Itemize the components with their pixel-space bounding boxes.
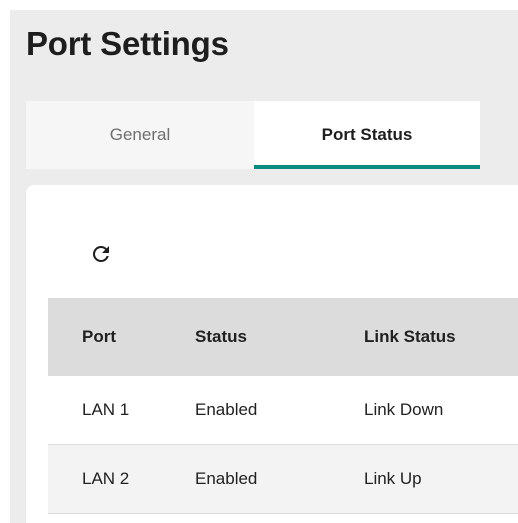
table-row[interactable]: LAN 1 Enabled Link Down [48, 376, 518, 445]
tab-general[interactable]: General [26, 101, 254, 169]
column-header-port[interactable]: Port [48, 327, 195, 347]
port-status-table: Port Status Link Status LAN 1 Enabled Li… [48, 298, 518, 514]
port-status-card: Port Status Link Status LAN 1 Enabled Li… [26, 185, 518, 523]
refresh-button[interactable] [84, 237, 118, 271]
table-header-row: Port Status Link Status [48, 298, 518, 376]
page-title: Port Settings [26, 25, 229, 62]
column-header-link-status[interactable]: Link Status [364, 327, 518, 347]
column-header-status[interactable]: Status [195, 327, 364, 347]
cell-link-status: Link Down [364, 400, 444, 419]
refresh-icon [92, 246, 109, 262]
cell-link-status: Link Up [364, 469, 422, 488]
cell-status: Enabled [195, 400, 258, 419]
cell-port: LAN 2 [82, 469, 130, 488]
cell-status: Enabled [195, 469, 258, 488]
tab-bar: General Port Status [26, 101, 480, 169]
tab-port-status[interactable]: Port Status [254, 101, 480, 169]
cell-port: LAN 1 [82, 400, 130, 419]
table-row[interactable]: LAN 2 Enabled Link Up [48, 445, 518, 514]
port-settings-panel: Port Settings General Port Status Port S… [10, 10, 518, 523]
